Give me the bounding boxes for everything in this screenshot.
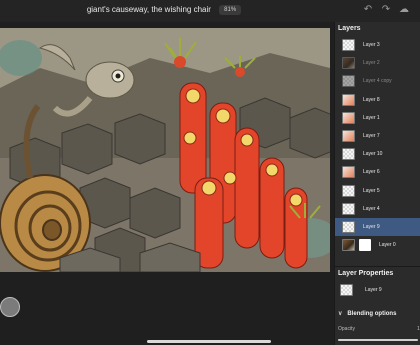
layer-row-layer-10[interactable]: Layer 10 bbox=[335, 145, 420, 163]
opacity-value[interactable]: 1 bbox=[417, 326, 420, 332]
layer-name: Layer 8 bbox=[363, 96, 380, 103]
layer-row-layer-4-copy[interactable]: Layer 4 copy bbox=[335, 72, 420, 90]
layer-name: Layer 1 bbox=[363, 114, 380, 121]
layer-name: Layer 4 bbox=[363, 205, 380, 212]
layer-name: Layer 2 bbox=[363, 60, 380, 67]
layer-name: Layer 9 bbox=[363, 223, 380, 230]
layer-name: Layer 7 bbox=[363, 133, 380, 140]
layer-properties-current: Layer 9 bbox=[340, 284, 382, 296]
opacity-slider-fill bbox=[338, 339, 418, 341]
cloud-icon[interactable]: ☁ bbox=[398, 4, 410, 16]
layer-thumbnail bbox=[342, 93, 355, 106]
layer-thumbnail bbox=[342, 75, 355, 88]
layer-mask-thumbnail bbox=[359, 239, 371, 252]
layer-name: Layer 3 bbox=[363, 42, 380, 49]
layer-row-layer-8[interactable]: Layer 8 bbox=[335, 91, 420, 109]
layer-properties-title: Layer Properties bbox=[338, 270, 394, 277]
layer-thumbnail bbox=[340, 284, 353, 296]
chevron-down-icon: ∨ bbox=[338, 311, 343, 317]
layer-thumbnail bbox=[342, 166, 355, 179]
artwork-canvas[interactable] bbox=[0, 28, 330, 272]
opacity-slider[interactable] bbox=[338, 339, 418, 341]
layer-thumbnail bbox=[342, 202, 355, 215]
layer-thumbnail bbox=[342, 184, 355, 197]
layer-row-layer-6[interactable]: Layer 6 bbox=[335, 163, 420, 181]
layer-row-layer-9[interactable]: Layer 9 bbox=[335, 217, 420, 237]
zoom-level[interactable]: 81% bbox=[219, 5, 242, 15]
layer-row-layer-0[interactable]: Layer 0 bbox=[335, 236, 420, 254]
blending-options-toggle[interactable]: ∨ Blending options bbox=[338, 310, 397, 318]
layer-thumbnail bbox=[342, 239, 355, 252]
layer-name: Layer 5 bbox=[363, 187, 380, 194]
top-bar: giant's causeway, the wishing chair 81% … bbox=[0, 0, 420, 22]
layer-row-layer-3[interactable]: Layer 3 bbox=[335, 36, 420, 54]
layer-thumbnail bbox=[342, 148, 355, 161]
layer-thumbnail bbox=[342, 111, 355, 124]
blending-options-label: Blending options bbox=[347, 310, 397, 317]
opacity-label: Opacity bbox=[338, 326, 355, 332]
home-indicator bbox=[147, 340, 271, 343]
layer-properties-name: Layer 9 bbox=[365, 287, 382, 293]
layer-list: Layer 3 Layer 2 Layer 4 copy Layer 8 Lay… bbox=[335, 36, 420, 254]
layer-name: Layer 0 bbox=[379, 242, 396, 249]
layer-name: Layer 4 copy bbox=[363, 78, 392, 85]
redo-icon[interactable]: ↷ bbox=[380, 4, 392, 16]
layer-row-layer-2[interactable]: Layer 2 bbox=[335, 54, 420, 72]
layers-title: Layers bbox=[338, 25, 361, 32]
layer-thumbnail bbox=[342, 57, 355, 70]
layer-row-layer-4[interactable]: Layer 4 bbox=[335, 200, 420, 218]
document-title-bar: giant's causeway, the wishing chair 81% bbox=[0, 5, 334, 15]
layer-row-layer-1[interactable]: Layer 1 bbox=[335, 109, 420, 127]
layers-panel: Layers Layer 3 Layer 2 Layer 4 copy Laye… bbox=[334, 22, 420, 345]
artwork-image bbox=[0, 28, 330, 272]
layer-thumbnail bbox=[342, 130, 355, 143]
layer-thumbnail bbox=[342, 39, 355, 52]
layer-name: Layer 6 bbox=[363, 169, 380, 176]
layer-row-layer-5[interactable]: Layer 5 bbox=[335, 182, 420, 200]
canvas-area[interactable] bbox=[0, 22, 334, 345]
layer-row-layer-7[interactable]: Layer 7 bbox=[335, 127, 420, 145]
undo-icon[interactable]: ↶ bbox=[362, 4, 374, 16]
document-title[interactable]: giant's causeway, the wishing chair bbox=[87, 5, 211, 14]
layer-name: Layer 10 bbox=[363, 151, 383, 158]
brush-tool-button[interactable] bbox=[0, 297, 20, 317]
layer-thumbnail bbox=[342, 220, 355, 233]
panel-divider bbox=[335, 266, 420, 267]
